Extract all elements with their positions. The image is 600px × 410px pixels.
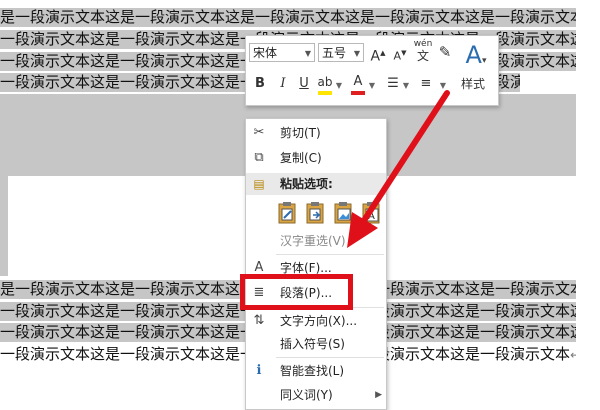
annotation-arrow [347, 90, 450, 248]
